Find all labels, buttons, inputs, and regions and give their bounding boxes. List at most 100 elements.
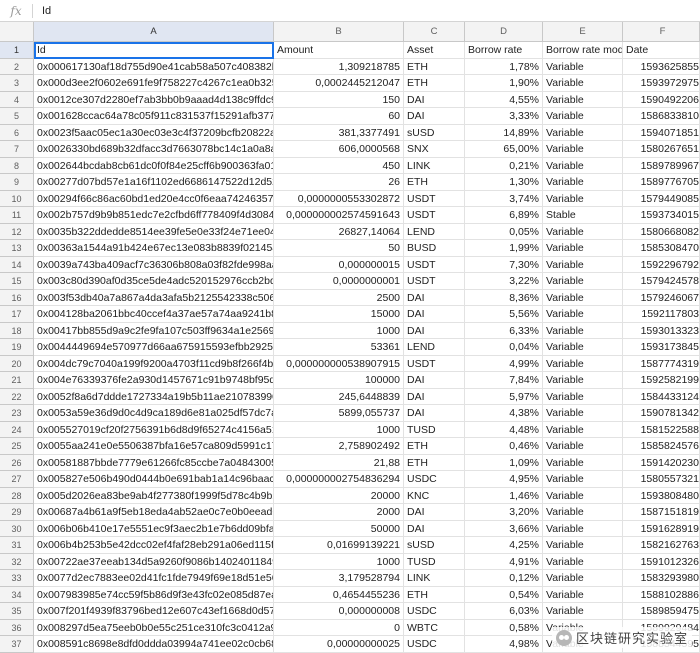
borrow-rate-cell[interactable]: 14,89%	[465, 124, 543, 141]
date-cell[interactable]: 1581522588	[623, 421, 700, 438]
borrow-rate-cell[interactable]: 0,54%	[465, 586, 543, 603]
row-number[interactable]: 32	[0, 553, 34, 570]
borrow-rate-cell[interactable]: 6,03%	[465, 603, 543, 620]
borrow-rate-cell[interactable]: 6,33%	[465, 322, 543, 339]
asset-cell[interactable]: USDT	[404, 256, 465, 273]
column-header-b[interactable]: B	[274, 22, 404, 42]
borrow-rate-mode-cell[interactable]: Variable	[543, 157, 623, 174]
date-cell[interactable]: 1593972975	[623, 75, 700, 92]
id-cell[interactable]: 0x00417bb855d9a9c2fe9fa107c503ff9634a1e2…	[34, 322, 274, 339]
row-number[interactable]: 27	[0, 471, 34, 488]
amount-cell[interactable]: 2000	[274, 504, 404, 521]
asset-cell[interactable]: ETH	[404, 58, 465, 75]
asset-cell[interactable]: sUSD	[404, 124, 465, 141]
row-number[interactable]: 2	[0, 58, 34, 75]
amount-cell[interactable]: 0,0000000553302872	[274, 190, 404, 207]
asset-cell[interactable]: USDC	[404, 636, 465, 653]
row-number[interactable]: 20	[0, 355, 34, 372]
asset-cell[interactable]: ETH	[404, 454, 465, 471]
asset-cell[interactable]: DAI	[404, 388, 465, 405]
id-cell[interactable]: 0x0053a59e36d9d0c4d9ca189d6e81a025df57dc…	[34, 405, 274, 422]
amount-cell[interactable]: 2,758902492	[274, 438, 404, 455]
row-number[interactable]: 8	[0, 157, 34, 174]
row-number[interactable]: 25	[0, 438, 34, 455]
id-cell[interactable]: 0x005827e506b490d0444b0e691bab1a14c96baa…	[34, 471, 274, 488]
amount-cell[interactable]: 0,01699139221	[274, 537, 404, 554]
date-cell[interactable]: 1591012326	[623, 553, 700, 570]
id-cell[interactable]: 0x0035b322ddedde8514ee39fe5e0e33f24e71ee…	[34, 223, 274, 240]
column-header-c[interactable]: C	[404, 22, 465, 42]
borrow-rate-mode-cell[interactable]: Variable	[543, 586, 623, 603]
row-number[interactable]: 26	[0, 454, 34, 471]
borrow-rate-cell[interactable]: 65,00%	[465, 141, 543, 158]
borrow-rate-mode-cell[interactable]: Variable	[543, 603, 623, 620]
borrow-rate-cell[interactable]: 7,30%	[465, 256, 543, 273]
formula-input[interactable]	[42, 1, 682, 20]
id-cell[interactable]: 0x006b06b410e17e5551ec9f3aec2b1e7b6dd09b…	[34, 520, 274, 537]
row-number[interactable]: 13	[0, 240, 34, 257]
row-number[interactable]: 6	[0, 124, 34, 141]
asset-cell[interactable]: DAI	[404, 504, 465, 521]
amount-cell[interactable]: 150	[274, 91, 404, 108]
borrow-rate-mode-cell[interactable]: Variable	[543, 537, 623, 554]
borrow-rate-mode-cell[interactable]: Variable	[543, 75, 623, 92]
amount-cell[interactable]: 0,000000002574591643	[274, 207, 404, 224]
date-cell[interactable]: 1584433124	[623, 388, 700, 405]
id-cell[interactable]: 0x00294f66c86ac60bd1ed20e4cc0f6eaa742463…	[34, 190, 274, 207]
amount-cell[interactable]: 450	[274, 157, 404, 174]
borrow-rate-cell[interactable]: 3,66%	[465, 520, 543, 537]
row-number[interactable]: 7	[0, 141, 34, 158]
borrow-rate-cell[interactable]: 0,58%	[465, 619, 543, 636]
id-cell[interactable]: 0x00363a1544a91b424e67ec13e083b8839f0214…	[34, 240, 274, 257]
header-cell-date[interactable]: Date	[623, 42, 700, 59]
id-cell[interactable]: 0x0039a743ba409acf7c36306b808a03f82fde99…	[34, 256, 274, 273]
borrow-rate-mode-cell[interactable]: Variable	[543, 124, 623, 141]
borrow-rate-cell[interactable]: 1,09%	[465, 454, 543, 471]
amount-cell[interactable]: 2500	[274, 289, 404, 306]
amount-cell[interactable]: 26	[274, 174, 404, 191]
date-cell[interactable]: 1588102886	[623, 586, 700, 603]
asset-cell[interactable]: TUSD	[404, 553, 465, 570]
date-cell[interactable]: 1589859475	[623, 603, 700, 620]
amount-cell[interactable]: 3,179528794	[274, 570, 404, 587]
date-cell[interactable]: 1589776705	[623, 174, 700, 191]
row-number[interactable]: 36	[0, 619, 34, 636]
asset-cell[interactable]: DAI	[404, 322, 465, 339]
borrow-rate-cell[interactable]: 0,21%	[465, 157, 543, 174]
row-number-1[interactable]: 1	[0, 42, 34, 59]
date-cell[interactable]: 1585824576	[623, 438, 700, 455]
borrow-rate-cell[interactable]: 4,99%	[465, 355, 543, 372]
borrow-rate-cell[interactable]: 4,91%	[465, 553, 543, 570]
asset-cell[interactable]: LINK	[404, 157, 465, 174]
borrow-rate-mode-cell[interactable]: Variable	[543, 58, 623, 75]
borrow-rate-cell[interactable]: 4,95%	[465, 471, 543, 488]
date-cell[interactable]: 1589789967	[623, 157, 700, 174]
date-cell[interactable]: 1585308470	[623, 240, 700, 257]
date-cell[interactable]: 1593013323	[623, 322, 700, 339]
id-cell[interactable]: 0x00581887bbde7779e61266fc85ccbe7a048430…	[34, 454, 274, 471]
borrow-rate-cell[interactable]: 1,90%	[465, 75, 543, 92]
borrow-rate-cell[interactable]: 0,05%	[465, 223, 543, 240]
id-cell[interactable]: 0x0026330bd689b32dfacc3d7663078bc14c1a0a…	[34, 141, 274, 158]
amount-cell[interactable]: 0,00000000025	[274, 636, 404, 653]
borrow-rate-mode-cell[interactable]: Variable	[543, 355, 623, 372]
asset-cell[interactable]: USDT	[404, 273, 465, 290]
borrow-rate-mode-cell[interactable]: Variable	[543, 388, 623, 405]
id-cell[interactable]: 0x0012ce307d2280ef7ab3bb0b9aaad4d138c9ff…	[34, 91, 274, 108]
borrow-rate-cell[interactable]: 8,36%	[465, 289, 543, 306]
borrow-rate-mode-cell[interactable]: Variable	[543, 421, 623, 438]
asset-cell[interactable]: USDT	[404, 207, 465, 224]
date-cell[interactable]: 1580267651	[623, 141, 700, 158]
borrow-rate-cell[interactable]: 5,97%	[465, 388, 543, 405]
column-header-f[interactable]: F	[623, 22, 700, 42]
amount-cell[interactable]: 0,0002445212047	[274, 75, 404, 92]
row-number[interactable]: 31	[0, 537, 34, 554]
id-cell[interactable]: 0x007f201f4939f83796bed12e607c43ef1668d0…	[34, 603, 274, 620]
amount-cell[interactable]: 0,4654455236	[274, 586, 404, 603]
amount-cell[interactable]: 26827,14064	[274, 223, 404, 240]
id-cell[interactable]: 0x003c80d390af0d35ce5de4adc520152976ccb2…	[34, 273, 274, 290]
amount-cell[interactable]: 0,000000002754836294	[274, 471, 404, 488]
asset-cell[interactable]: ETH	[404, 75, 465, 92]
id-cell[interactable]: 0x005527019cf20f2756391b6d8d9f65274c4156…	[34, 421, 274, 438]
borrow-rate-cell[interactable]: 4,38%	[465, 405, 543, 422]
